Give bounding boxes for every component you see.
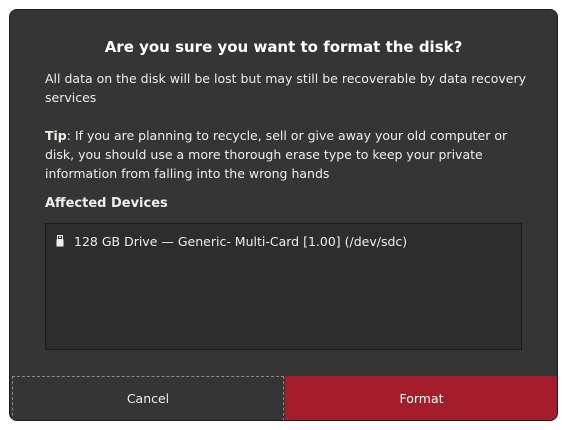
tip-text: Tip: If you are planning to recycle, sel… xyxy=(45,126,535,183)
data-loss-warning: All data on the disk will be lost but ma… xyxy=(45,71,526,105)
usb-drive-icon xyxy=(56,235,64,247)
device-label: 128 GB Drive — Generic- Multi-Card [1.00… xyxy=(74,233,408,249)
dialog-title: Are you sure you want to format the disk… xyxy=(104,38,463,56)
format-button[interactable]: Format xyxy=(285,376,557,420)
cancel-button[interactable]: Cancel xyxy=(12,376,284,420)
affected-devices-list: 128 GB Drive — Generic- Multi-Card [1.00… xyxy=(45,223,522,350)
format-disk-dialog: Are you sure you want to format the disk… xyxy=(9,9,558,421)
list-item: 128 GB Drive — Generic- Multi-Card [1.00… xyxy=(56,232,407,250)
tip-label: Tip xyxy=(45,128,67,143)
affected-devices-heading: Affected Devices xyxy=(45,196,168,211)
tip-body: : If you are planning to recycle, sell o… xyxy=(45,128,508,181)
